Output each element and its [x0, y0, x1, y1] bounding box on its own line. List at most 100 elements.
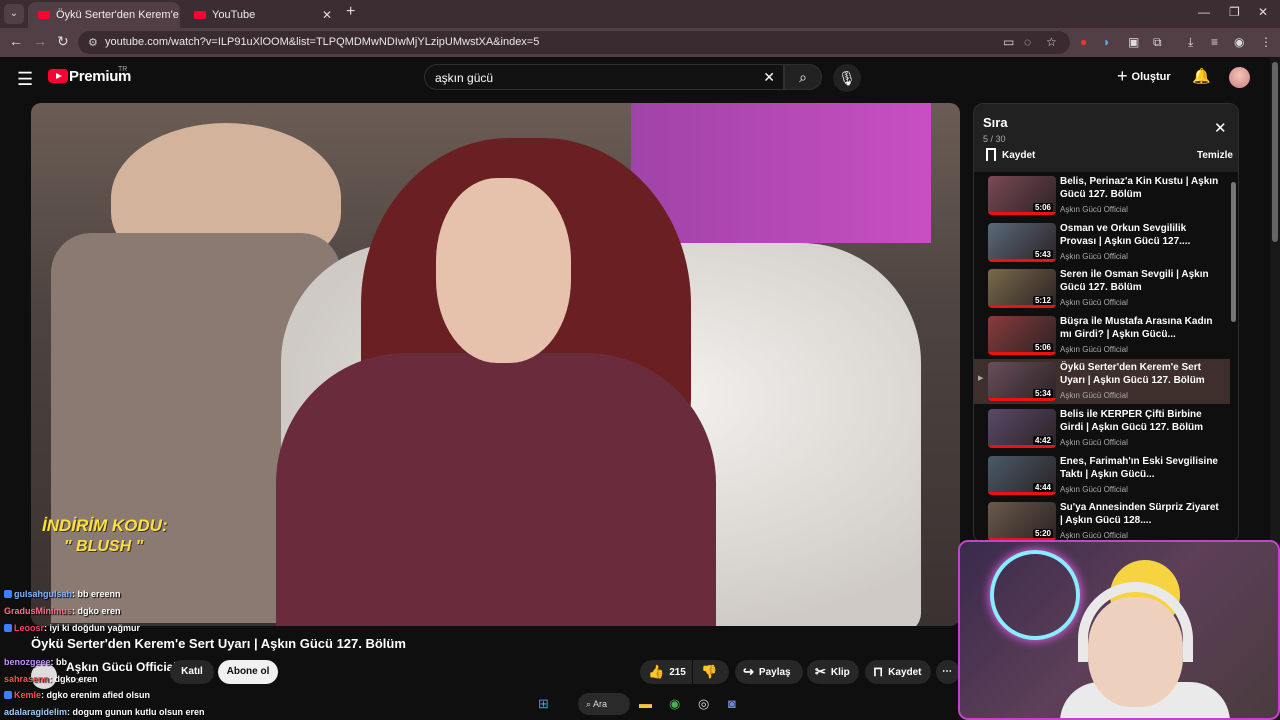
queue-item[interactable]: ▶ 5:34 Öykü Serter'den Kerem'e Sert Uyarı … [974, 359, 1230, 405]
queue-thumbnail[interactable]: 5:20 [988, 502, 1056, 542]
queue-item[interactable]: 4:44 Enes, Farimah'ın Eski Sevgilisine Ta… [974, 453, 1230, 498]
queue-save-label: Kaydet [1002, 150, 1036, 161]
queue-duration: 5:43 [1032, 249, 1053, 259]
video-title: Öykü Serter'den Kerem'e Sert Uyarı | Aşk… [31, 636, 406, 651]
queue-thumbnail[interactable]: 5:12 [988, 269, 1056, 309]
profile-icon[interactable]: ◉ [1234, 35, 1244, 49]
eye-off-icon[interactable]: ◌ [1024, 35, 1031, 49]
queue-duration: 5:06 [1032, 203, 1053, 212]
video-person-body [276, 353, 716, 626]
extensions-puzzle-icon[interactable]: ⧉ [1153, 35, 1162, 50]
queue-thumbnail[interactable]: 5:06 [988, 176, 1056, 215]
cast-icon[interactable]: ▭ [1003, 35, 1014, 49]
search-button[interactable]: ⌕ [784, 64, 822, 90]
save-button[interactable]: ⊓ Kaydet [865, 660, 931, 684]
notifications-bell-icon[interactable]: 🔔 [1192, 67, 1211, 85]
queue-position: 5 / 30 [983, 134, 1006, 144]
create-button[interactable]: + Oluştur [1117, 67, 1171, 89]
app-icon[interactable]: ◎ [698, 696, 709, 712]
video-player[interactable]: İNDİRİM KODU: " BLUSH " [31, 103, 960, 626]
forward-icon[interactable]: → [33, 33, 47, 49]
hamburger-menu-icon[interactable]: ☰ [17, 69, 33, 90]
back-icon[interactable]: ← [9, 33, 23, 49]
watched-progress-bar [988, 305, 1056, 309]
voice-search-icon[interactable]: 🎙 [833, 64, 861, 92]
extension-translate-icon[interactable]: ◗ [1103, 35, 1110, 49]
queue-scrollbar-thumb[interactable] [1231, 182, 1236, 322]
channel-name[interactable]: Aşkın Gücü Official [66, 660, 177, 674]
queue-item[interactable]: 5:20 Su'ya Annesinden Sürpriz Ziyaret | A… [974, 499, 1230, 542]
more-actions-button[interactable]: ⋯ [936, 660, 960, 684]
queue-duration: 5:20 [1032, 529, 1053, 539]
bookmark-star-icon[interactable]: ☆ [1046, 35, 1057, 49]
like-button[interactable]: 👍 215 [640, 660, 692, 684]
queue-item-channel: Aşkın Gücü Official [1060, 344, 1128, 354]
thumbs-up-icon: 👍 [648, 664, 665, 679]
dislike-button[interactable]: 👎 [693, 660, 729, 684]
discord-icon[interactable]: ◙ [728, 696, 736, 711]
bookmark-icon: ⊓ [873, 664, 884, 679]
queue-clear-button[interactable]: Temizle [1197, 150, 1233, 161]
share-button[interactable]: ↪ Paylaş [735, 660, 803, 684]
site-info-icon[interactable]: ⚙ [88, 36, 98, 49]
reading-list-icon[interactable]: ≡ [1211, 35, 1218, 49]
minimize-icon[interactable]: — [1198, 5, 1210, 19]
taskbar-search-label: Ara [593, 699, 608, 709]
queue-item-channel: Aşkın Gücü Official [1060, 484, 1128, 494]
clear-search-icon[interactable]: ✕ [763, 69, 775, 86]
queue-header: Sıra 5 / 30 ✕ Kaydet Temizle [974, 104, 1238, 172]
download-icon[interactable]: ⤓ [1188, 35, 1193, 50]
window-close-icon[interactable]: ✕ [1258, 5, 1268, 19]
queue-item-title: Belis ile KERPER Çifti Birbine Girdi | A… [1060, 409, 1204, 433]
file-explorer-icon[interactable]: ▬ [639, 696, 652, 711]
queue-thumbnail[interactable]: 5:43 [988, 222, 1056, 262]
queue-thumbnail[interactable]: 4:42 [988, 409, 1056, 448]
clip-button[interactable]: ✂ Klip [807, 660, 859, 684]
queue-item[interactable]: 5:06 Belis, Perinaz'a Kin Kustu | Aşkın G… [974, 173, 1230, 218]
queue-duration: 4:44 [1032, 482, 1053, 492]
queue-item-channel: Aşkın Gücü Official [1060, 391, 1128, 401]
browser-tab-video[interactable]: Öykü Serter'den Kerem'e Sert Uyarı | Aşk… [28, 2, 180, 28]
restore-icon[interactable]: ❐ [1229, 5, 1240, 19]
queue-item-channel: Aşkın Gücü Official [1060, 438, 1128, 447]
close-queue-icon[interactable]: ✕ [1214, 119, 1227, 137]
extension-red-icon[interactable]: ● [1080, 35, 1087, 49]
queue-thumbnail[interactable]: 5:34 [988, 362, 1056, 402]
chat-text: : dgko erenim afied olsun [41, 690, 151, 700]
browser-menu-icon[interactable]: ⋮ [1260, 35, 1272, 49]
queue-save-button[interactable]: Kaydet [986, 148, 1035, 161]
queue-thumbnail[interactable]: 5:06 [988, 315, 1056, 355]
windows-start-icon[interactable]: ⊞ [538, 696, 549, 712]
subscribe-button[interactable]: Abone ol [218, 660, 278, 684]
new-tab-button[interactable]: + [346, 3, 355, 21]
youtube-logo-icon[interactable] [48, 69, 68, 83]
extension-tool-icon[interactable]: ▣ [1128, 35, 1139, 49]
search-input[interactable]: aşkın gücü ✕ [424, 64, 784, 90]
queue-item[interactable]: 4:42 Belis ile KERPER Çifti Birbine Girdi… [974, 406, 1230, 451]
chat-username: Leoosr [14, 623, 45, 633]
chat-username: Kemle [14, 690, 42, 700]
tab-search-icon[interactable]: ⌄ [4, 4, 24, 24]
page-scrollbar-thumb[interactable] [1272, 62, 1278, 242]
join-button[interactable]: Katıl [170, 660, 214, 684]
queue-item[interactable]: 5:12 Seren ile Osman Sevgili | Aşkın Gücü… [974, 266, 1230, 311]
queue-item[interactable]: 5:43 Osman ve Orkun Sevgililik Provası | … [974, 220, 1230, 265]
queue-item-title: Su'ya Annesinden Sürpriz Ziyaret | Aşkın… [1060, 502, 1219, 527]
chrome-icon[interactable]: ◉ [669, 696, 680, 712]
save-label: Kaydet [888, 667, 922, 678]
queue-item[interactable]: 5:06 Büşra ile Mustafa Arasına Kadın mı G… [974, 313, 1230, 358]
address-bar[interactable]: ⚙ youtube.com/watch?v=ILP91uXlOOM&list=T… [78, 31, 1070, 54]
chat-message: GradusMinimus: dgko eren [4, 606, 121, 616]
reload-icon[interactable]: ↻ [57, 33, 69, 50]
queue-duration: 5:06 [1032, 342, 1053, 352]
taskbar-search[interactable]: ⌕ Ara [578, 693, 630, 715]
queue-title: Sıra [983, 115, 1008, 130]
close-tab-icon[interactable]: ✕ [322, 2, 332, 28]
account-avatar[interactable] [1229, 67, 1250, 88]
streamer-webcam [958, 540, 1280, 720]
browser-tab-youtube[interactable]: YouTube ✕ [184, 2, 340, 28]
watched-progress-bar [988, 398, 1056, 402]
queue-scrollbar[interactable] [1231, 174, 1237, 540]
queue-thumbnail[interactable]: 4:44 [988, 455, 1056, 495]
chat-username: GradusMinimus [4, 606, 73, 616]
